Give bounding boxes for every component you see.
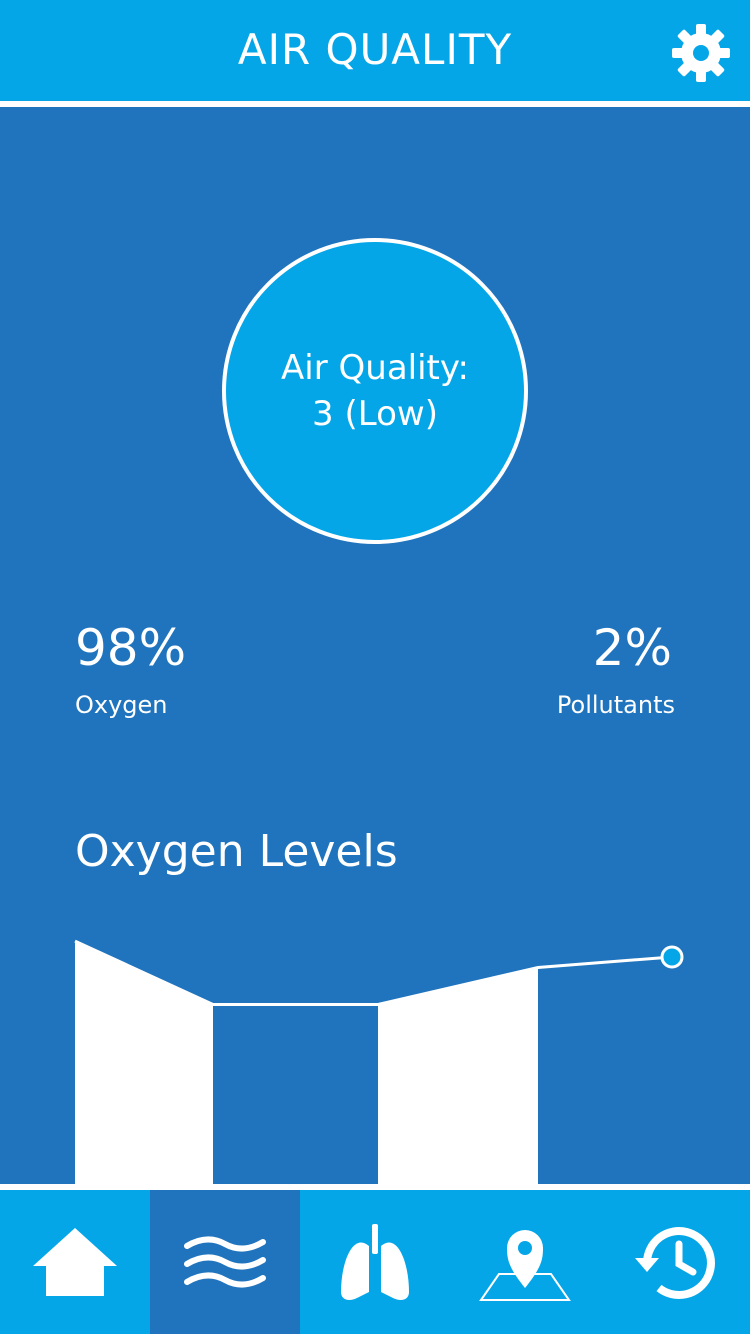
top-bar: AIR QUALITY — [0, 0, 750, 101]
chart-segment — [75, 941, 213, 1184]
nav-history[interactable] — [600, 1190, 750, 1334]
pollutants-label: Pollutants — [556, 691, 675, 719]
bottom-nav — [0, 1184, 750, 1334]
pollutants-value: 2% — [592, 619, 672, 677]
oxygen-label: Oxygen — [75, 691, 168, 719]
home-icon — [33, 1228, 117, 1296]
nav-home[interactable] — [0, 1190, 150, 1334]
nav-map[interactable] — [450, 1190, 600, 1334]
chart-segment — [213, 1004, 378, 1184]
oxygen-value: 98% — [75, 619, 187, 677]
history-icon — [635, 1227, 715, 1299]
air-quality-badge: Air Quality: 3 (Low) — [222, 238, 528, 544]
waves-icon — [184, 1236, 266, 1288]
app-title: AIR QUALITY — [237, 25, 513, 74]
header-divider — [0, 101, 750, 107]
chart-title: Oxygen Levels — [75, 826, 398, 877]
gear-icon[interactable] — [670, 22, 732, 84]
chart-point — [660, 945, 684, 969]
chart-segment — [538, 957, 672, 1184]
oxygen-levels-chart — [74, 939, 684, 1184]
nav-lungs[interactable] — [300, 1190, 450, 1334]
lungs-icon — [341, 1224, 409, 1300]
air-quality-value: 3 (Low) — [312, 394, 438, 434]
air-quality-label: Air Quality: — [281, 348, 469, 388]
nav-air[interactable] — [150, 1190, 300, 1334]
map-pin-icon — [479, 1230, 571, 1301]
